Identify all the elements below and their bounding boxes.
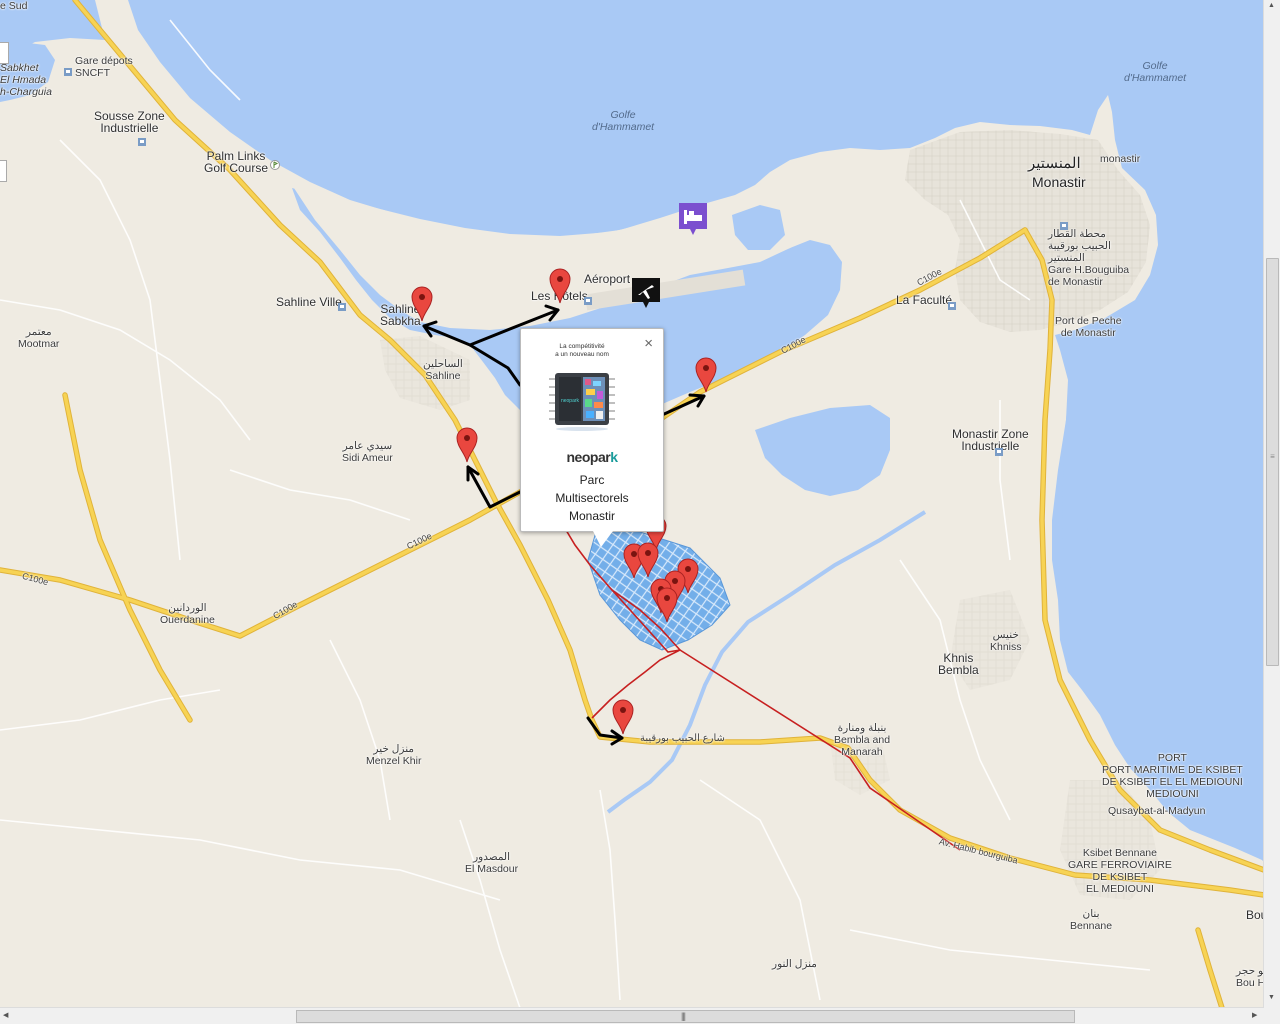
rail-icon — [948, 297, 956, 315]
vertical-scrollbar[interactable]: ▲ ≡ ▼ — [1263, 0, 1280, 1008]
water-label-golfe-1: Golfe d'Hammamet — [592, 109, 655, 133]
place-label-khnis-bembla: Khnis Bembla — [938, 651, 979, 677]
rail-icon — [1060, 217, 1068, 235]
scroll-left-icon[interactable]: ◀ — [3, 1011, 8, 1019]
rail-icon — [995, 443, 1003, 461]
scroll-up-icon[interactable]: ▲ — [1268, 2, 1275, 9]
map-marker-icon[interactable] — [549, 268, 571, 304]
place-label-la-faculte: La Faculté — [896, 293, 953, 307]
horizontal-scroll-thumb[interactable]: ||| — [296, 1010, 1075, 1023]
place-label-sahline: الساحلين Sahline — [423, 358, 463, 382]
scroll-down-icon[interactable]: ▼ — [1268, 994, 1275, 1001]
place-label-bou-hjar: بو حجر Bou H — [1236, 965, 1266, 989]
golf-icon — [270, 157, 280, 175]
place-label-palm-links: Palm Links Golf Course — [204, 149, 269, 175]
place-label-sud: e Sud — [0, 0, 28, 12]
place-label-gare-bourguiba: محطة القطار الحبيب بورقيبة المنستير Gare… — [1048, 228, 1130, 288]
place-label-sousse-zone: Sousse Zone Industrielle — [94, 109, 165, 135]
water-label-golfe-2: Golfe d'Hammamet — [1124, 60, 1187, 84]
place-label-khniss: خنيس Khniss — [990, 629, 1022, 653]
place-label-bembla-manarah: بنبلة ومنارة Bembla and Manarah — [834, 722, 891, 758]
horizontal-scrollbar[interactable]: ◀ ||| ▶ — [0, 1007, 1264, 1024]
place-label-ksibet-bennane: Ksibet Bennane GARE FERROVIAIRE DE KSIBE… — [1068, 847, 1172, 895]
place-label-menzel-khir: منزل خير Menzel Khir — [366, 743, 422, 767]
svg-text:neopark: neopark — [561, 398, 580, 404]
scrollbar-corner — [1264, 1008, 1280, 1024]
grip-icon: ||| — [681, 1011, 686, 1021]
close-icon[interactable]: × — [644, 336, 653, 351]
map-marker-icon[interactable] — [612, 699, 634, 735]
map-marker-icon[interactable] — [637, 542, 659, 578]
map-marker-icon[interactable] — [656, 587, 678, 623]
rail-icon — [584, 292, 592, 310]
grip-icon: ≡ — [1270, 452, 1275, 461]
place-label-sahline-ville: Sahline Ville — [276, 295, 342, 309]
place-label-qusaybat: Qusaybat-al-Madyun — [1108, 805, 1206, 817]
place-label-monastir-zone: Monastir Zone Industrielle — [952, 427, 1029, 453]
rail-icon — [138, 133, 146, 151]
info-window-title: Parc Multisectorels Monastir — [555, 473, 629, 523]
place-label-sabkhet: Sabkhet El Hmada h-Charguia — [0, 62, 52, 98]
map-edge-control[interactable] — [0, 160, 7, 182]
airport-icon[interactable] — [632, 278, 660, 313]
scroll-right-icon[interactable]: ▶ — [1252, 1011, 1257, 1019]
rail-icon — [338, 298, 346, 316]
map-marker-icon[interactable] — [411, 286, 433, 322]
place-label-monastir-ar: المنستير — [1028, 155, 1081, 172]
info-window-tagline: La compétitivité a un nouveau nom — [555, 343, 609, 358]
place-label-ouerdanine: الوردانين Ouerdanine — [160, 602, 215, 626]
rail-icon — [64, 63, 72, 81]
place-label-mootmar: معتمر Mootmar — [18, 326, 60, 350]
place-label-bennane: بنان Bennane — [1070, 908, 1113, 932]
map-edge-control[interactable] — [0, 42, 9, 64]
hotel-icon[interactable] — [679, 203, 707, 240]
road-label-avenue-ar: شارع الحبيب بورقيبة — [640, 733, 725, 744]
place-label-sidi-ameur: سيدي عامر Sidi Ameur — [342, 440, 393, 464]
place-label-monastir: Monastir — [1032, 174, 1086, 190]
info-window-tail — [593, 531, 613, 547]
place-label-port-peche: Port de Peche de Monastir — [1055, 315, 1122, 339]
info-window: × La compétitivité a un nouveau nom neop… — [520, 328, 664, 547]
map-marker-icon[interactable] — [695, 357, 717, 393]
place-label-menzel-nour: منزل النور — [772, 958, 817, 970]
place-label-aeroport: Aéroport — [584, 272, 631, 286]
chip-image: neopark — [549, 373, 615, 431]
map-viewport[interactable]: e Sud Sabkhet El Hmada h-Charguia Gare d… — [0, 0, 1280, 1024]
place-label-port-ksibet: PORT PORT MARITIME DE KSIBET DE KSIBET E… — [1102, 752, 1243, 800]
map-marker-icon[interactable] — [456, 427, 478, 463]
neopark-logo: neopark — [566, 449, 619, 465]
place-label-gare-depots: Gare dépots SNCFT — [75, 55, 133, 79]
place-label-monastir-small: monastir — [1100, 153, 1141, 165]
vertical-scroll-thumb[interactable]: ≡ — [1266, 258, 1279, 666]
place-label-el-masdour: المصدور El Masdour — [465, 851, 519, 875]
